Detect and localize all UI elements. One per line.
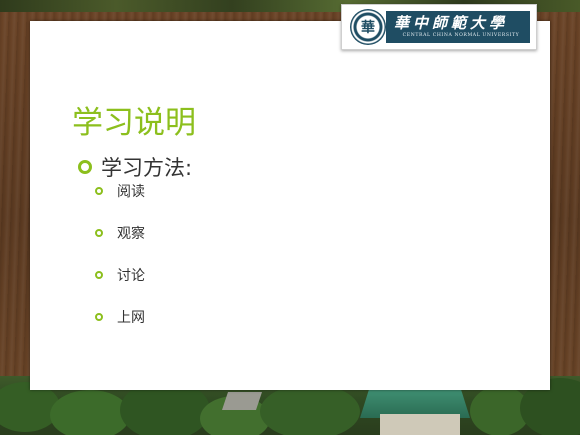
bullet-ring-icon xyxy=(95,187,103,195)
main-bullet-text: 学习方法: xyxy=(101,156,193,180)
sub-bullet: 讨论 xyxy=(95,265,145,285)
sub-bullet-text: 讨论 xyxy=(117,268,145,284)
seal-character: 華 xyxy=(361,20,375,36)
university-seal-icon: 華 xyxy=(350,9,386,45)
slide-panel xyxy=(30,21,550,390)
sub-bullet: 观察 xyxy=(95,223,145,243)
bullet-ring-icon xyxy=(95,271,103,279)
sub-bullet-text: 阅读 xyxy=(117,184,145,200)
gray-roof xyxy=(222,392,262,410)
slide-title: 学习说明 xyxy=(72,105,196,141)
bullet-ring-icon xyxy=(95,229,103,237)
main-bullet: 学习方法: xyxy=(78,152,192,182)
building-wall xyxy=(380,414,460,435)
logo-chinese-name: 華中師範大學 xyxy=(394,14,509,32)
logo-english-name: CENTRAL CHINA NORMAL UNIVERSITY xyxy=(402,33,520,38)
bullet-ring-icon xyxy=(78,160,92,174)
sub-bullet: 上网 xyxy=(95,307,145,327)
sub-bullet-text: 上网 xyxy=(117,310,145,326)
sub-bullet-text: 观察 xyxy=(117,226,145,242)
university-logo: 華 華中師範大學 CENTRAL CHINA NORMAL UNIVERSITY xyxy=(341,4,537,50)
bullet-ring-icon xyxy=(95,313,103,321)
sub-bullet: 阅读 xyxy=(95,181,145,201)
